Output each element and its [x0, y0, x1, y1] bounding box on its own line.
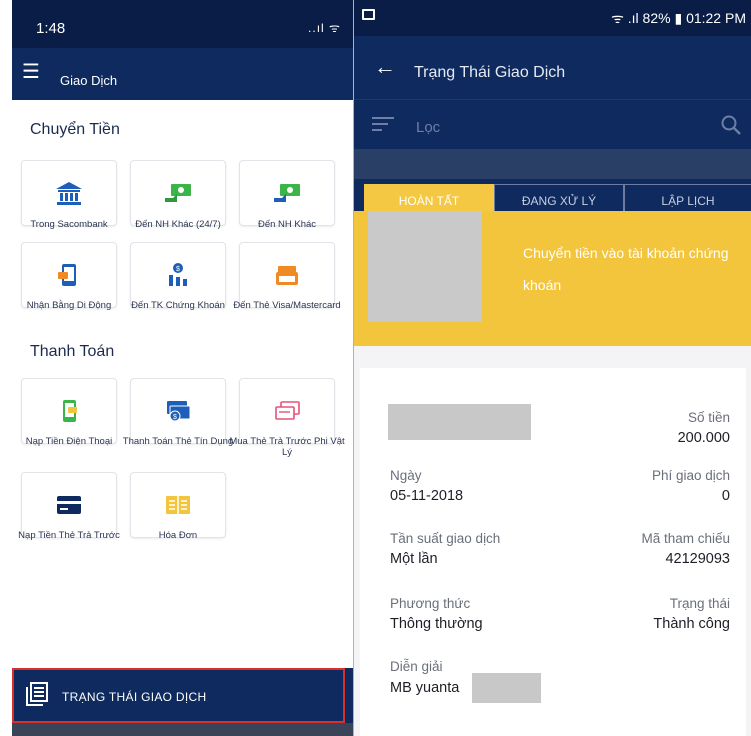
date-value: 05-11-2018: [390, 488, 464, 504]
bill-icon: [166, 496, 190, 514]
transactions-screen: 1:48 ..ıl ᯤ ☰ Giao Dịch Chuyển Tiền Tron…: [0, 0, 353, 736]
stocks-icon: $: [169, 263, 187, 286]
tile-label: Đến NH Khác (24/7): [135, 219, 221, 230]
filter-bar[interactable]: Lọc: [354, 99, 751, 149]
reference-value: 42129093: [665, 551, 730, 567]
mobile-phone-icon: [58, 264, 76, 286]
tab-completed[interactable]: HOÀN TẤT: [364, 184, 494, 211]
tile-label: Trong Sacombank: [30, 219, 108, 230]
description-label: Diễn giải: [390, 659, 443, 674]
filter-input[interactable]: Lọc: [416, 119, 440, 136]
app-bar: ← Trạng Thái Giao Dịch: [354, 36, 751, 99]
tile-transfer-visa-mastercard[interactable]: [239, 242, 335, 308]
tile-bill[interactable]: [130, 472, 226, 538]
tile-label: Nạp Tiền Điện Thoại: [25, 436, 113, 447]
tile-label: Thanh Toán Thẻ Tín Dụng: [122, 436, 234, 447]
status-icons: ..ıl ᯤ: [308, 21, 341, 35]
status-value: Thành công: [653, 616, 730, 632]
redacted-field: [388, 404, 531, 440]
tile-label: Đến NH Khác: [257, 219, 317, 230]
navigation-bar: [12, 723, 353, 736]
date-label: Ngày: [390, 468, 422, 483]
frequency-label: Tần suất giao dịch: [390, 531, 501, 546]
transaction-details: Số tiền 200.000 Ngày 05-11-2018 Phí giao…: [354, 346, 751, 736]
fee-value: 0: [721, 488, 730, 504]
transaction-status-screen: ᯤ .ıl 82% ▮ 01:22 PM ← Trạng Thái Giao D…: [353, 0, 751, 736]
method-value: Thông thường: [390, 616, 483, 632]
tile-label: Hóa Đơn: [158, 530, 198, 541]
bank-icon: [56, 182, 82, 205]
tile-prepaid-card-topup[interactable]: [21, 472, 117, 538]
back-arrow-icon[interactable]: ←: [374, 56, 396, 78]
menu-icon[interactable]: ☰: [22, 62, 40, 82]
tile-transfer-stocks[interactable]: $: [130, 242, 226, 308]
wallet-card-icon: [276, 266, 298, 285]
tile-label: Đến TK Chứng Khoán: [131, 300, 225, 311]
prepaid-card-icon: [275, 401, 300, 420]
transaction-banner: Chuyển tiền vào tài khoản chứng khoán: [354, 211, 751, 346]
tile-transfer-other-bank[interactable]: [239, 160, 335, 226]
header-band: [354, 149, 751, 179]
reference-label: Mã tham chiếu: [641, 531, 730, 546]
page-title: Trạng Thái Giao Dịch: [414, 64, 566, 81]
list-document-icon: [26, 682, 48, 706]
section-title-payment: Thanh Toán: [30, 343, 115, 360]
transaction-type: Chuyển tiền vào tài khoản chứng khoán: [523, 245, 729, 293]
status-bar: 1:48 ..ıl ᯤ: [12, 0, 353, 48]
tile-label: Nạp Tiền Thẻ Trả Trước: [18, 530, 120, 541]
status-time: 1:48: [36, 20, 66, 37]
redacted-thumbnail: [368, 211, 482, 322]
tile-receive-mobile[interactable]: [21, 242, 117, 308]
app-bar: ☰ Giao Dịch: [12, 48, 353, 100]
amount-value: 200.000: [677, 430, 730, 446]
status-icons: ᯤ .ıl 82% ▮ 01:22 PM: [611, 10, 746, 26]
amount-label: Số tiền: [687, 410, 730, 425]
gallery-icon: [362, 9, 375, 20]
money-transfer-icon: [274, 184, 300, 202]
search-icon[interactable]: [720, 114, 742, 136]
tile-transfer-other-bank-247[interactable]: [130, 160, 226, 226]
tile-credit-card-payment[interactable]: $: [130, 378, 226, 444]
tile-phone-topup[interactable]: [21, 378, 117, 444]
filter-icon[interactable]: [372, 117, 394, 131]
section-title-transfer: Chuyển Tiền: [30, 121, 120, 138]
status-label: Trạng thái: [669, 596, 730, 611]
frequency-value: Một lần: [390, 551, 438, 567]
description-value: MB yuanta: [390, 680, 460, 696]
tile-label: Mua Thẻ Trả Trước Phi Vật Lý: [229, 436, 345, 458]
tile-transfer-sacombank[interactable]: [21, 160, 117, 226]
tile-label: Nhận Bằng Di Động: [26, 300, 112, 311]
svg-text:$: $: [173, 414, 177, 421]
money-transfer-fast-icon: [165, 184, 191, 202]
details-card: Số tiền 200.000 Ngày 05-11-2018 Phí giao…: [360, 368, 746, 736]
tile-label: Đến Thẻ Visa/Mastercard: [233, 300, 341, 311]
tab-scheduled[interactable]: LẬP LỊCH: [624, 184, 751, 211]
svg-text:$: $: [176, 266, 180, 273]
tile-prepaid-card[interactable]: [239, 378, 335, 444]
phone-topup-icon: [63, 400, 77, 422]
page-title: Giao Dịch: [60, 73, 118, 88]
method-label: Phương thức: [390, 596, 471, 611]
credit-card-payment-icon: $: [167, 401, 191, 422]
status-tabs: HOÀN TẤT ĐANG XỬ LÝ LẬP LỊCH: [354, 179, 751, 211]
redacted-field: [472, 673, 541, 703]
tab-processing[interactable]: ĐANG XỬ LÝ: [494, 184, 624, 211]
card-icon: [57, 496, 81, 514]
fee-label: Phí giao dịch: [651, 468, 730, 483]
status-bar: ᯤ .ıl 82% ▮ 01:22 PM: [354, 0, 751, 36]
transaction-status-label: TRẠNG THÁI GIAO DỊCH: [62, 690, 207, 704]
